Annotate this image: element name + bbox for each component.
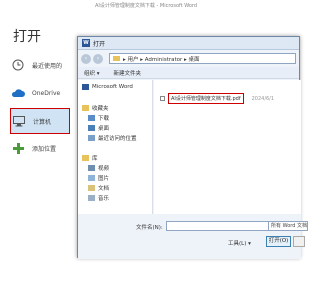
window-titlebar: AI设计师管理制度文档下载 - Microsoft Word	[0, 0, 300, 12]
dialog-bottom-bar: 文件名(N): 所有 Word 文档 工具(L) ▾ 打开(O)	[78, 214, 308, 259]
backstage-item-recent-label: 最近使用的	[32, 62, 63, 70]
library-icon	[82, 155, 89, 161]
nav-item-favorites[interactable]: 收藏夹	[82, 104, 109, 112]
plus-icon	[10, 140, 26, 156]
open-dialog: W 打开 ‹ › ▸ 用户 ▸ Administrator ▸ 桌面 组织 ▾ …	[77, 36, 308, 259]
address-row: ‹ › ▸ 用户 ▸ Administrator ▸ 桌面	[78, 50, 299, 67]
organize-button[interactable]: 组织 ▾	[84, 69, 100, 77]
open-button[interactable]: 打开(O)	[266, 236, 291, 247]
nav-item-music[interactable]: 音乐	[88, 194, 109, 202]
star-icon	[82, 105, 89, 111]
recent-places-icon	[88, 135, 95, 141]
forward-button[interactable]: ›	[93, 53, 103, 64]
nav-item-video[interactable]: 视频	[88, 164, 109, 172]
file-checkbox[interactable]	[160, 96, 165, 101]
nav-item-desktop[interactable]: 桌面	[88, 124, 109, 132]
backstage-item-computer[interactable]: 计算机	[10, 108, 70, 134]
nav-item-download[interactable]: 下载	[88, 114, 109, 122]
folder-icon	[113, 56, 120, 61]
clock-icon	[10, 57, 26, 73]
nav-item-recent[interactable]: 最近访问的位置	[88, 134, 137, 142]
backstage-item-recent[interactable]: 最近使用的	[10, 52, 70, 78]
backstage-item-add-place-label: 添加位置	[32, 145, 57, 153]
nav-item-pictures[interactable]: 图片	[88, 174, 109, 182]
filetype-select[interactable]: 所有 Word 文档	[268, 221, 308, 231]
word-app-icon: W	[82, 39, 90, 47]
nav-item-docs-label: 文档	[98, 186, 110, 192]
nav-item-download-label: 下载	[98, 116, 110, 122]
cloud-icon	[10, 85, 26, 101]
filename-label: 文件名(N):	[136, 225, 163, 231]
pictures-folder-icon	[88, 175, 95, 181]
nav-item-library[interactable]: 库	[82, 154, 98, 162]
nav-item-word[interactable]: Microsoft Word	[82, 84, 133, 90]
backstage-item-computer-label: 计算机	[33, 118, 52, 126]
music-folder-icon	[88, 195, 95, 201]
dialog-toolbar: 组织 ▾ 新建文件夹	[78, 67, 299, 79]
backstage-item-onedrive-label: OneDrive	[32, 89, 61, 97]
cancel-button[interactable]	[293, 236, 305, 247]
download-folder-icon	[88, 115, 95, 121]
backstage-title: 打开	[13, 29, 41, 45]
nav-item-video-label: 视频	[98, 166, 110, 172]
file-date: 2024/6/1	[251, 95, 275, 102]
nav-item-music-label: 音乐	[98, 196, 110, 202]
dialog-title: 打开	[93, 40, 106, 48]
back-button[interactable]: ‹	[81, 53, 91, 64]
backstage-item-add-place[interactable]: 添加位置	[10, 135, 70, 161]
file-item[interactable]: AI设计师管理制度文档下载.pdf 2024/6/1	[160, 93, 274, 104]
dialog-titlebar: W 打开	[78, 37, 299, 50]
address-path: ▸ 用户 ▸ Administrator ▸ 桌面	[123, 56, 200, 63]
nav-item-docs[interactable]: 文档	[88, 184, 109, 192]
nav-item-word-label: Microsoft Word	[92, 84, 133, 90]
address-bar[interactable]: ▸ 用户 ▸ Administrator ▸ 桌面	[109, 53, 296, 64]
tools-button[interactable]: 工具(L) ▾	[228, 239, 251, 247]
computer-icon	[11, 113, 27, 129]
nav-item-pictures-label: 图片	[98, 176, 110, 182]
word-icon	[82, 84, 89, 90]
video-folder-icon	[88, 165, 95, 171]
backstage-item-onedrive[interactable]: OneDrive	[10, 80, 70, 106]
nav-item-favorites-label: 收藏夹	[92, 106, 109, 112]
nav-item-library-label: 库	[92, 156, 98, 162]
file-list-pane: AI设计师管理制度文档下载.pdf 2024/6/1	[154, 80, 301, 214]
window-title: AI设计师管理制度文档下载 - Microsoft Word	[95, 3, 198, 9]
new-folder-button[interactable]: 新建文件夹	[114, 69, 142, 77]
nav-item-recent-label: 最近访问的位置	[98, 136, 137, 142]
navigation-pane: Microsoft Word 收藏夹 下载 桌面 最近访问的位置 库 视频 图片…	[78, 80, 153, 214]
desktop-folder-icon	[88, 125, 95, 131]
documents-folder-icon	[88, 185, 95, 191]
file-name: AI设计师管理制度文档下载.pdf	[168, 93, 244, 104]
nav-item-desktop-label: 桌面	[98, 126, 110, 132]
